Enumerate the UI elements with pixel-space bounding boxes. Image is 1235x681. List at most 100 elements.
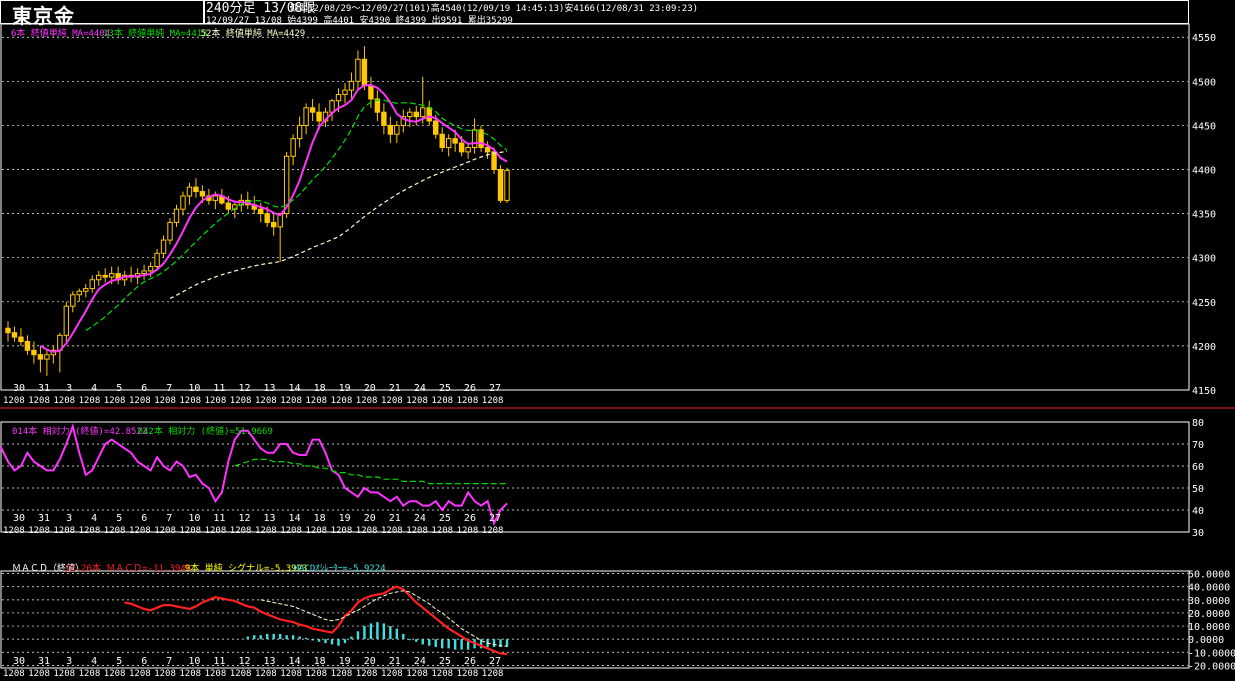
macd-osc-bar xyxy=(259,635,262,640)
macd-x-tick-label: 30 xyxy=(13,656,25,667)
candle-body xyxy=(141,270,147,275)
candle-body xyxy=(83,288,89,292)
candle-body xyxy=(212,195,219,201)
price-x-tick-label: 6 xyxy=(141,383,147,394)
rsi-y-tick-label: 60 xyxy=(1192,462,1204,473)
candle-body xyxy=(225,202,232,210)
candle-body xyxy=(504,169,510,201)
macd-x-sublabel: 1208 xyxy=(28,669,50,679)
macd-osc-bar xyxy=(363,626,366,640)
rsi-x-tick-label: 4 xyxy=(91,513,97,524)
price-x-tick-label: 14 xyxy=(289,383,301,394)
price-y-tick-label: 4550 xyxy=(1192,33,1216,44)
macd-x-tick-label: 25 xyxy=(439,656,451,667)
macd-x-sublabel: 1208 xyxy=(205,669,227,679)
price-x-tick-label: 7 xyxy=(166,383,172,394)
rsi-x-sublabel: 1208 xyxy=(104,526,126,536)
candle-body xyxy=(478,129,484,148)
candle-body xyxy=(89,279,95,290)
candle-body xyxy=(303,107,309,126)
candle-body xyxy=(180,195,186,210)
price-y-tick-label: 4450 xyxy=(1192,121,1216,132)
macd-osc-bar xyxy=(266,633,269,640)
candle-body xyxy=(387,124,394,135)
candle-body xyxy=(361,58,368,87)
macd-x-sublabel: 1208 xyxy=(457,669,479,679)
macd-x-tick-label: 12 xyxy=(238,656,250,667)
candle-body xyxy=(355,58,361,82)
macd-osc-bar xyxy=(376,622,379,640)
macd-osc-bar xyxy=(356,631,360,640)
rsi-x-sublabel: 1208 xyxy=(129,526,151,536)
candle-body xyxy=(271,221,277,228)
macd-osc-bar xyxy=(253,635,256,640)
macd-osc-bar xyxy=(304,637,308,640)
rsi-x-tick-label: 13 xyxy=(264,513,276,524)
price-x-sublabel: 1208 xyxy=(406,396,428,406)
macd-osc-bar xyxy=(428,639,431,646)
price-x-tick-label: 21 xyxy=(389,383,401,394)
rsi-panel-frame xyxy=(0,421,1190,533)
candle-body xyxy=(5,327,11,334)
macd-x-tick-label: 7 xyxy=(166,656,172,667)
rsi-y-tick-label: 30 xyxy=(1192,528,1204,539)
price-legend-item: 13本 終値単純 MA=4413 xyxy=(103,29,208,39)
price-x-sublabel: 1208 xyxy=(331,396,353,406)
candle-body xyxy=(381,111,387,126)
candle-body xyxy=(342,89,348,96)
macd-x-tick-label: 24 xyxy=(414,656,426,667)
candle-body xyxy=(497,169,504,201)
rsi-x-tick-label: 3 xyxy=(66,513,72,524)
rsi-x-tick-label: 5 xyxy=(116,513,122,524)
macd-x-tick-label: 14 xyxy=(289,656,301,667)
macd-y-tick-label: -20.0000 xyxy=(1188,661,1235,672)
rsi-x-tick-label: 19 xyxy=(339,513,351,524)
rsi-x-sublabel: 1208 xyxy=(3,526,25,536)
rsi-y-tick-label: 80 xyxy=(1192,418,1204,429)
price-x-tick-label: 27 xyxy=(489,383,501,394)
candle-body xyxy=(445,138,452,148)
macd-osc-bar xyxy=(298,636,301,640)
candle-body xyxy=(452,138,458,144)
price-x-sublabel: 1208 xyxy=(154,396,176,406)
rsi-x-sublabel: 1208 xyxy=(255,526,277,536)
rsi-x-sublabel: 1208 xyxy=(53,526,75,536)
macd-x-sublabel: 1208 xyxy=(104,669,126,679)
candle-body xyxy=(24,340,31,351)
price-x-sublabel: 1208 xyxy=(230,396,252,406)
macd-osc-bar xyxy=(369,623,373,640)
price-x-sublabel: 1208 xyxy=(381,396,403,406)
macd-x-sublabel: 1208 xyxy=(255,669,277,679)
trading-chart: 41504200425043004350440044504500455030 31… xyxy=(0,23,1235,679)
rsi-x-sublabel: 1208 xyxy=(305,526,327,536)
macd-x-tick-label: 6 xyxy=(141,656,147,667)
rsi-x-sublabel: 1208 xyxy=(482,526,504,536)
macd-osc-bar xyxy=(492,639,496,648)
candle-body xyxy=(290,138,296,157)
price-x-sublabel: 1208 xyxy=(457,396,479,406)
rsi-x-tick-label: 25 xyxy=(439,513,451,524)
candle-body xyxy=(394,124,400,135)
candle-body xyxy=(37,354,44,360)
price-x-tick-label: 25 xyxy=(439,383,451,394)
price-y-tick-label: 4200 xyxy=(1192,342,1216,353)
candle-body xyxy=(491,151,497,171)
macd-osc-bar xyxy=(311,639,314,641)
rsi-x-sublabel: 1208 xyxy=(457,526,479,536)
price-y-tick-label: 4150 xyxy=(1192,386,1216,397)
candle-body xyxy=(11,332,18,338)
candle-body xyxy=(296,124,303,140)
macd-y-tick-label: 40.0000 xyxy=(1188,583,1230,594)
rsi-x-sublabel: 1208 xyxy=(205,526,227,536)
rsi-x-tick-label: 30 xyxy=(13,513,25,524)
macd-osc-bar xyxy=(440,639,444,649)
rsi-legend-item: 014本 相対力 (終値)=42.8522 xyxy=(12,427,148,437)
candle-body xyxy=(18,336,24,342)
price-x-sublabel: 1208 xyxy=(280,396,302,406)
macd-osc-bar xyxy=(324,639,327,644)
macd-osc-bar xyxy=(395,628,399,640)
price-x-tick-label: 13 xyxy=(264,383,276,394)
candle-body xyxy=(316,111,322,122)
macd-osc-bar xyxy=(460,639,463,650)
price-x-tick-label: 5 xyxy=(116,383,122,394)
